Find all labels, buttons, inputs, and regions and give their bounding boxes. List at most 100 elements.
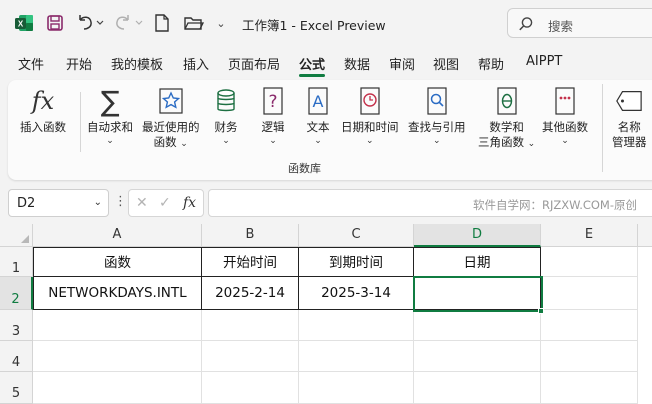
column-header-extra[interactable] — [638, 224, 652, 247]
chevron-down-icon: ⌄ — [106, 136, 114, 146]
tab-review[interactable]: 审阅 — [389, 54, 415, 73]
confirm-icon[interactable]: ✓ — [159, 195, 171, 211]
open-folder-icon[interactable] — [184, 12, 204, 34]
cell-a5[interactable] — [33, 372, 202, 404]
tab-aippt[interactable]: AIPPT — [526, 54, 562, 69]
tab-my-templates[interactable]: 我的模板 — [111, 54, 163, 73]
row-header-5[interactable]: 5 — [0, 372, 33, 404]
watermark-text: 软件自学网：RJZXW.COM-原创 — [473, 198, 637, 212]
recently-used-button[interactable]: 最近使用的 函数 ⌄ — [142, 86, 200, 150]
more-functions-label: 其他函数 — [542, 120, 588, 134]
row-header-2[interactable]: 2 — [0, 277, 33, 310]
magnifier-book-icon — [423, 86, 451, 116]
formula-input[interactable]: 软件自学网：RJZXW.COM-原创 — [208, 189, 652, 217]
cell-e4[interactable] — [541, 341, 638, 372]
row-header-4[interactable]: 4 — [0, 341, 33, 372]
name-box[interactable]: D2 ⌄ — [8, 189, 109, 217]
financial-button[interactable]: 财务 ⌄ — [212, 86, 240, 147]
cell-b4[interactable] — [202, 341, 299, 372]
question-book-icon: ? — [259, 86, 287, 116]
tab-home[interactable]: 开始 — [66, 54, 92, 73]
active-cell-border — [413, 276, 543, 312]
cell-e2[interactable] — [541, 277, 638, 310]
ribbon-separator — [602, 84, 603, 172]
lookup-reference-button[interactable]: 查找与引用 ⌄ — [408, 86, 466, 147]
text-button[interactable]: A 文本 ⌄ — [304, 86, 332, 147]
tab-insert[interactable]: 插入 — [183, 54, 209, 73]
new-document-icon[interactable] — [154, 12, 170, 34]
cell-d4[interactable] — [414, 341, 541, 372]
cell-c3[interactable] — [299, 310, 414, 341]
cell-b5[interactable] — [202, 372, 299, 404]
cancel-icon[interactable]: ✕ — [136, 195, 148, 211]
row-header-3[interactable]: 3 — [0, 310, 33, 341]
save-icon[interactable] — [46, 12, 64, 34]
search-box[interactable]: 搜索 — [507, 8, 652, 38]
theta-book-icon — [493, 86, 521, 116]
dots-book-icon — [551, 86, 579, 116]
column-header-b[interactable]: B — [202, 224, 299, 247]
coins-icon — [212, 86, 240, 116]
tab-help[interactable]: 帮助 — [478, 54, 504, 73]
name-manager-button[interactable]: 名称 管理器 — [612, 86, 647, 150]
logical-label: 逻辑 — [261, 120, 285, 134]
tab-formulas[interactable]: 公式 — [299, 54, 325, 73]
title-bar: X ⌄ 工作簿1 - Excel Preview 搜索 — [0, 0, 652, 46]
select-all-corner[interactable] — [0, 224, 33, 247]
customize-toolbar-icon[interactable]: ⌄ — [215, 12, 227, 34]
date-time-label: 日期和时间 — [341, 120, 399, 134]
cell-d5[interactable] — [414, 372, 541, 404]
cell-d1[interactable]: 日期 — [414, 247, 541, 277]
logical-button[interactable]: ? 逻辑 ⌄ — [259, 86, 287, 147]
chevron-down-icon: ⌄ — [365, 136, 374, 146]
redo-icon — [114, 12, 144, 34]
math-trig-label-1: 数学和 — [489, 120, 524, 134]
cell-c4[interactable] — [299, 341, 414, 372]
row-header-1[interactable]: 1 — [0, 247, 33, 277]
cell-d3[interactable] — [414, 310, 541, 341]
tab-file[interactable]: 文件 — [18, 54, 44, 73]
column-header-a[interactable]: A — [33, 224, 202, 247]
undo-icon[interactable] — [76, 12, 104, 34]
star-icon — [157, 86, 185, 116]
cell-a1[interactable]: 函数 — [33, 247, 202, 277]
autosum-label: 自动求和 — [87, 120, 133, 134]
fill-handle[interactable] — [538, 308, 544, 314]
ribbon: fx 插入函数 ∑ 自动求和 ⌄ 最近使用的 函数 ⌄ 财务 ⌄ ? 逻辑 ⌄ … — [8, 80, 652, 180]
cell-c5[interactable] — [299, 372, 414, 404]
worksheet-grid: A B C D E 1 2 3 4 5 函数 开始时间 到期时间 日期 NETW… — [0, 224, 652, 404]
more-functions-button[interactable]: 其他函数 ⌄ — [542, 86, 588, 147]
date-time-button[interactable]: 日期和时间 ⌄ — [341, 86, 399, 147]
cell-a3[interactable] — [33, 310, 202, 341]
cell-b1[interactable]: 开始时间 — [202, 247, 299, 277]
cell-c2[interactable]: 2025-3-14 — [299, 277, 414, 310]
chevron-down-icon: ⌄ — [314, 136, 322, 146]
tab-data[interactable]: 数据 — [344, 54, 370, 73]
autosum-button[interactable]: ∑ 自动求和 ⌄ — [87, 85, 133, 147]
chevron-down-icon: ⌄ — [93, 197, 102, 208]
insert-function-icon[interactable]: fx — [183, 195, 196, 211]
text-label: 文本 — [306, 120, 330, 134]
insert-function-button[interactable]: fx 插入函数 — [20, 86, 66, 135]
cell-a4[interactable] — [33, 341, 202, 372]
math-trig-button[interactable]: 数学和 三角函数 ⌄ — [478, 86, 535, 150]
financial-label: 财务 — [214, 120, 238, 134]
cell-e1[interactable] — [541, 247, 638, 277]
column-header-e[interactable]: E — [541, 224, 638, 247]
cell-b3[interactable] — [202, 310, 299, 341]
column-header-d[interactable]: D — [414, 224, 541, 247]
cell-c1[interactable]: 到期时间 — [299, 247, 414, 277]
cell-b2[interactable]: 2025-2-14 — [202, 277, 299, 310]
corner-triangle-icon — [21, 235, 29, 243]
tab-page-layout[interactable]: 页面布局 — [228, 54, 280, 73]
name-manager-label-2: 管理器 — [612, 135, 647, 149]
formula-tools: ✕ ✓ fx — [128, 189, 204, 217]
column-header-c[interactable]: C — [299, 224, 414, 247]
cell-e3[interactable] — [541, 310, 638, 341]
svg-text:A: A — [313, 92, 324, 111]
tab-view[interactable]: 视图 — [433, 54, 459, 73]
cell-e5[interactable] — [541, 372, 638, 404]
cell-a2[interactable]: NETWORKDAYS.INTL — [33, 277, 202, 310]
active-tab-indicator — [299, 74, 325, 77]
more-options-icon[interactable]: ⋮ — [114, 194, 127, 209]
